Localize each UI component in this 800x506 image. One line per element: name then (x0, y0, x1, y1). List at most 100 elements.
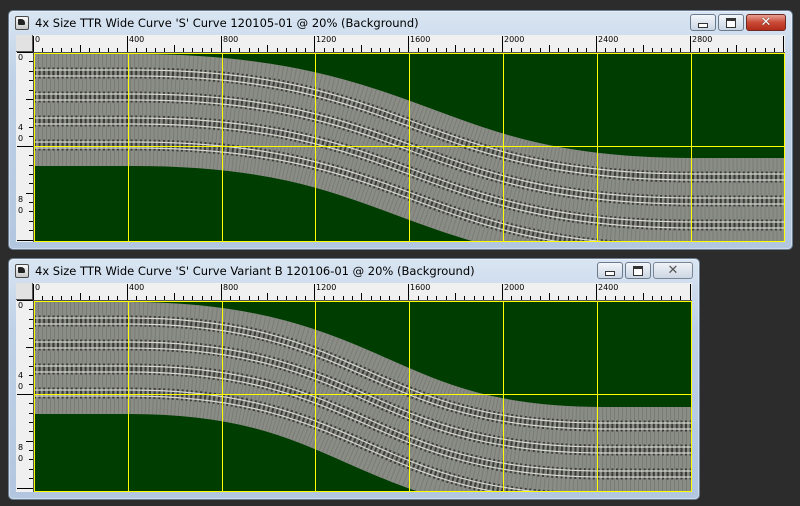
ruler-corner[interactable] (16, 283, 33, 300)
title-bar[interactable]: 4x Size TTR Wide Curve 'S' Curve Variant… (9, 259, 699, 283)
ruler-tick (605, 296, 606, 300)
ruler-tick (192, 296, 193, 300)
ruler-tick (89, 48, 90, 52)
ruler-tick (671, 296, 672, 300)
ruler-tick (29, 118, 33, 119)
close-button[interactable]: ✕ (653, 262, 693, 279)
ruler-label: 1200 (316, 35, 337, 44)
ruler-tick (29, 422, 33, 423)
vertical-ruler[interactable]: 0 4 0 8 0 (16, 300, 34, 492)
ruler-tick (615, 48, 616, 52)
ruler-tick (746, 48, 747, 52)
ruler-tick (324, 48, 325, 52)
ruler-tick (29, 459, 33, 460)
ruler-tick (305, 296, 306, 300)
ruler-tick (427, 48, 428, 52)
ruler-tick (249, 48, 250, 52)
ruler-tick (52, 48, 53, 52)
ruler-tick (399, 296, 400, 300)
window-title: 4x Size TTR Wide Curve 'S' Curve 120105-… (35, 16, 419, 30)
ruler-tick (29, 431, 33, 432)
ruler-tick (549, 293, 550, 300)
close-button[interactable]: ✕ (746, 14, 786, 31)
ruler-tick (624, 296, 625, 300)
vertical-ruler[interactable]: 0 4 0 8 0 (16, 52, 34, 242)
ruler-tick (652, 296, 653, 300)
horizontal-ruler[interactable]: 040080012001600200024002800320036004000 (33, 35, 785, 53)
ruler-tick (108, 48, 109, 52)
ruler-tick (380, 48, 381, 52)
window-controls: ✕ (597, 262, 693, 279)
minimize-button[interactable] (690, 14, 716, 31)
image-canvas[interactable] (34, 53, 785, 242)
ruler-tick (418, 296, 419, 300)
document-area: 040080012001600200024002800320036004000 … (16, 35, 785, 242)
app-icon[interactable] (15, 264, 29, 278)
ruler-tick (296, 48, 297, 52)
ruler-label: 0 (35, 283, 41, 292)
ruler-corner[interactable] (16, 35, 33, 52)
image-window-1[interactable]: 4x Size TTR Wide Curve 'S' Curve 120105-… (8, 10, 793, 250)
ruler-tick (29, 366, 33, 367)
ruler-tick (371, 48, 372, 52)
ruler-tick (493, 296, 494, 300)
minimize-button[interactable] (597, 262, 623, 279)
image-window-2[interactable]: 4x Size TTR Wide Curve 'S' Curve Variant… (8, 258, 700, 500)
ruler-tick (361, 45, 362, 52)
ruler-label: 2800 (690, 283, 692, 292)
ruler-label: 400 (129, 35, 145, 44)
ruler-tick (680, 296, 681, 300)
ruler-tick (29, 221, 33, 222)
ruler-tick (174, 45, 175, 52)
ruler-tick (558, 48, 559, 52)
ruler-tick (61, 296, 62, 300)
ruler-tick (249, 296, 250, 300)
ruler-label: 8 (18, 443, 24, 452)
ruler-tick (29, 319, 33, 320)
app-icon[interactable] (15, 16, 29, 30)
ruler-tick (305, 48, 306, 52)
minimize-icon (598, 263, 622, 278)
ruler-tick (29, 328, 33, 329)
ruler-tick (29, 413, 33, 414)
maximize-button[interactable] (718, 14, 744, 31)
ruler-label: 1600 (410, 283, 431, 292)
ruler-tick (80, 45, 81, 52)
horizontal-ruler[interactable]: 0400800120016002000240028003200 (33, 283, 692, 301)
ruler-tick (699, 48, 700, 52)
ruler-label: 0 (35, 35, 41, 44)
ruler-tick (277, 48, 278, 52)
ruler-tick (296, 296, 297, 300)
ruler-tick (71, 296, 72, 300)
ruler-label: 8 (18, 195, 24, 204)
ruler-tick (680, 48, 681, 52)
ruler-tick (267, 45, 268, 52)
title-bar[interactable]: 4x Size TTR Wide Curve 'S' Curve 120105-… (9, 11, 792, 35)
ruler-tick (343, 296, 344, 300)
ruler-tick (661, 296, 662, 300)
ruler-tick (568, 48, 569, 52)
ruler-tick (155, 296, 156, 300)
ruler-tick (239, 296, 240, 300)
ruler-tick (624, 48, 625, 52)
ruler-tick (521, 48, 522, 52)
ruler-tick (765, 48, 766, 52)
ruler-tick (258, 48, 259, 52)
ruler-tick (361, 293, 362, 300)
ruler-tick (277, 296, 278, 300)
ruler-label: 0 (18, 454, 24, 463)
ruler-tick (29, 403, 33, 404)
ruler-tick (418, 48, 419, 52)
ruler-tick (371, 296, 372, 300)
ruler-label: 1600 (410, 35, 431, 44)
ruler-tick (183, 296, 184, 300)
ruler-tick (230, 296, 231, 300)
image-canvas[interactable] (34, 301, 692, 492)
ruler-tick (258, 296, 259, 300)
maximize-button[interactable] (625, 262, 651, 279)
ruler-tick (29, 71, 33, 72)
document-area: 0400800120016002000240028003200 04080 (16, 283, 692, 492)
ruler-tick (483, 48, 484, 52)
ruler-label: 2800 (692, 35, 713, 44)
ruler-tick (389, 48, 390, 52)
